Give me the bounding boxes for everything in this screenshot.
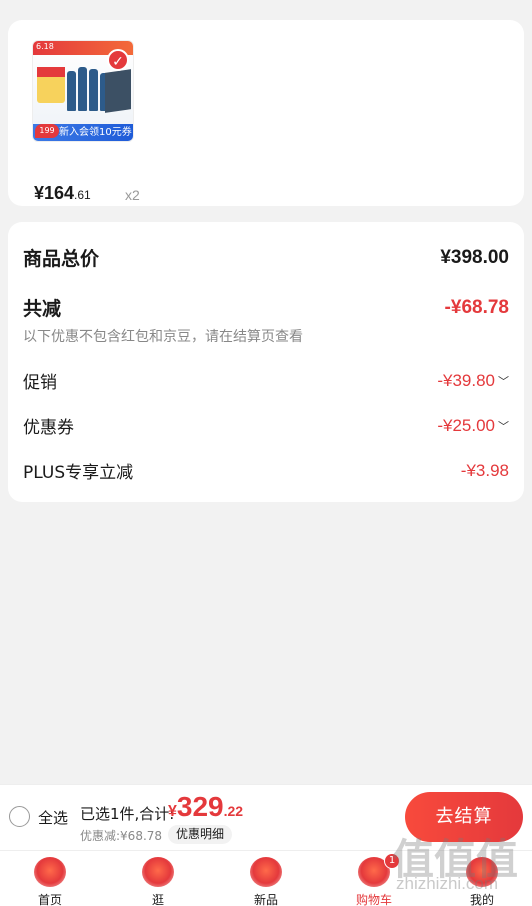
discount-amount-text: 优惠减:¥68.78 [80,829,163,843]
coupon-value-wrap: -¥25.00 ﹀ [437,416,509,436]
selected-count-text: 已选1件,合计: [80,805,175,823]
cart-badge: 1 [384,853,400,869]
plus-discount-value: -¥3.98 [460,460,509,480]
tab-cart-label: 购物车 [355,893,392,906]
chevron-down-icon: ﹀ [498,375,509,388]
price-summary-card: 商品总价 ¥398.00 共减 -¥68.78 以下优惠不包含红包和京豆，请在结… [8,222,524,502]
home-icon [34,857,66,887]
product-price-dec: .61 [74,188,91,202]
chevron-down-icon: ﹀ [498,420,509,433]
tab-new-products-label: 新品 [253,893,278,906]
bottle [78,67,87,111]
promo-badge: 199 [35,124,59,138]
promotion-row[interactable]: 促销 -¥39.80 ﹀ [23,368,509,394]
total-value: ¥398.00 [440,246,509,268]
select-all-label[interactable]: 全选 [38,807,68,828]
total-price-symbol: ¥ [168,803,177,820]
promotion-value: -¥39.80 [437,370,495,390]
discount-note: 以下优惠不包含红包和京豆，请在结算页查看 [23,329,303,345]
tab-cart[interactable]: 1 购物车 [324,851,424,906]
total-price-int: 329 [176,791,224,822]
checkout-bar: 全选 已选1件,合计: ¥329.22 优惠减:¥68.78 优惠明细 去结算 [0,784,532,850]
thumb-gift-case [105,69,131,113]
tab-explore[interactable]: 逛 [108,851,208,906]
reduction-label: 共减 [23,298,62,320]
explore-icon [142,857,174,887]
product-price-int: ¥164 [34,183,75,203]
total-price: ¥329.22 [168,791,243,823]
tab-explore-label: 逛 [151,893,164,906]
coupon-row[interactable]: 优惠券 -¥25.00 ﹀ [23,413,509,439]
tab-home[interactable]: 首页 [0,851,100,906]
product-price: ¥164.61 [34,183,91,204]
total-row: 商品总价 ¥398.00 [23,244,509,271]
plus-discount-row: PLUS专享立减 -¥3.98 [23,458,509,484]
total-label: 商品总价 [23,248,100,270]
product-card: 6.18 ✓ 新入会领10元券 199 ¥164.61 x2 [8,20,524,206]
select-all-checkbox[interactable] [9,806,30,827]
profile-icon [466,857,498,887]
coupon-value: -¥25.00 [437,415,495,435]
promotion-label: 促销 [23,373,57,393]
checkout-button[interactable]: 去结算 [405,792,523,842]
product-image[interactable]: 6.18 ✓ 新入会领10元券 199 [32,40,134,142]
bottle [89,69,98,111]
bottle [67,71,76,111]
store-tag: 6.18 [36,42,54,51]
reduction-row: 共减 -¥68.78 [23,294,509,321]
new-products-icon [250,857,282,887]
tab-home-label: 首页 [37,893,62,906]
plus-discount-label: PLUS专享立减 [23,463,134,483]
coupon-label: 优惠券 [23,418,74,438]
total-price-dec: .22 [223,803,244,819]
tab-profile-label: 我的 [469,893,494,906]
bottom-tab-bar: 首页 逛 新品 1 购物车 我的 [0,850,532,906]
discount-detail-button[interactable]: 优惠明细 [168,825,233,844]
tab-new-products[interactable]: 新品 [216,851,316,906]
reduction-value: -¥68.78 [444,296,509,318]
check-icon: ✓ [107,49,129,71]
plus-discount-value-wrap: -¥3.98 [461,461,509,481]
promotion-value-wrap: -¥39.80 ﹀ [437,371,509,391]
tab-profile[interactable]: 我的 [432,851,532,906]
thumb-gift-box-top [37,67,65,77]
product-quantity[interactable]: x2 [125,187,140,203]
